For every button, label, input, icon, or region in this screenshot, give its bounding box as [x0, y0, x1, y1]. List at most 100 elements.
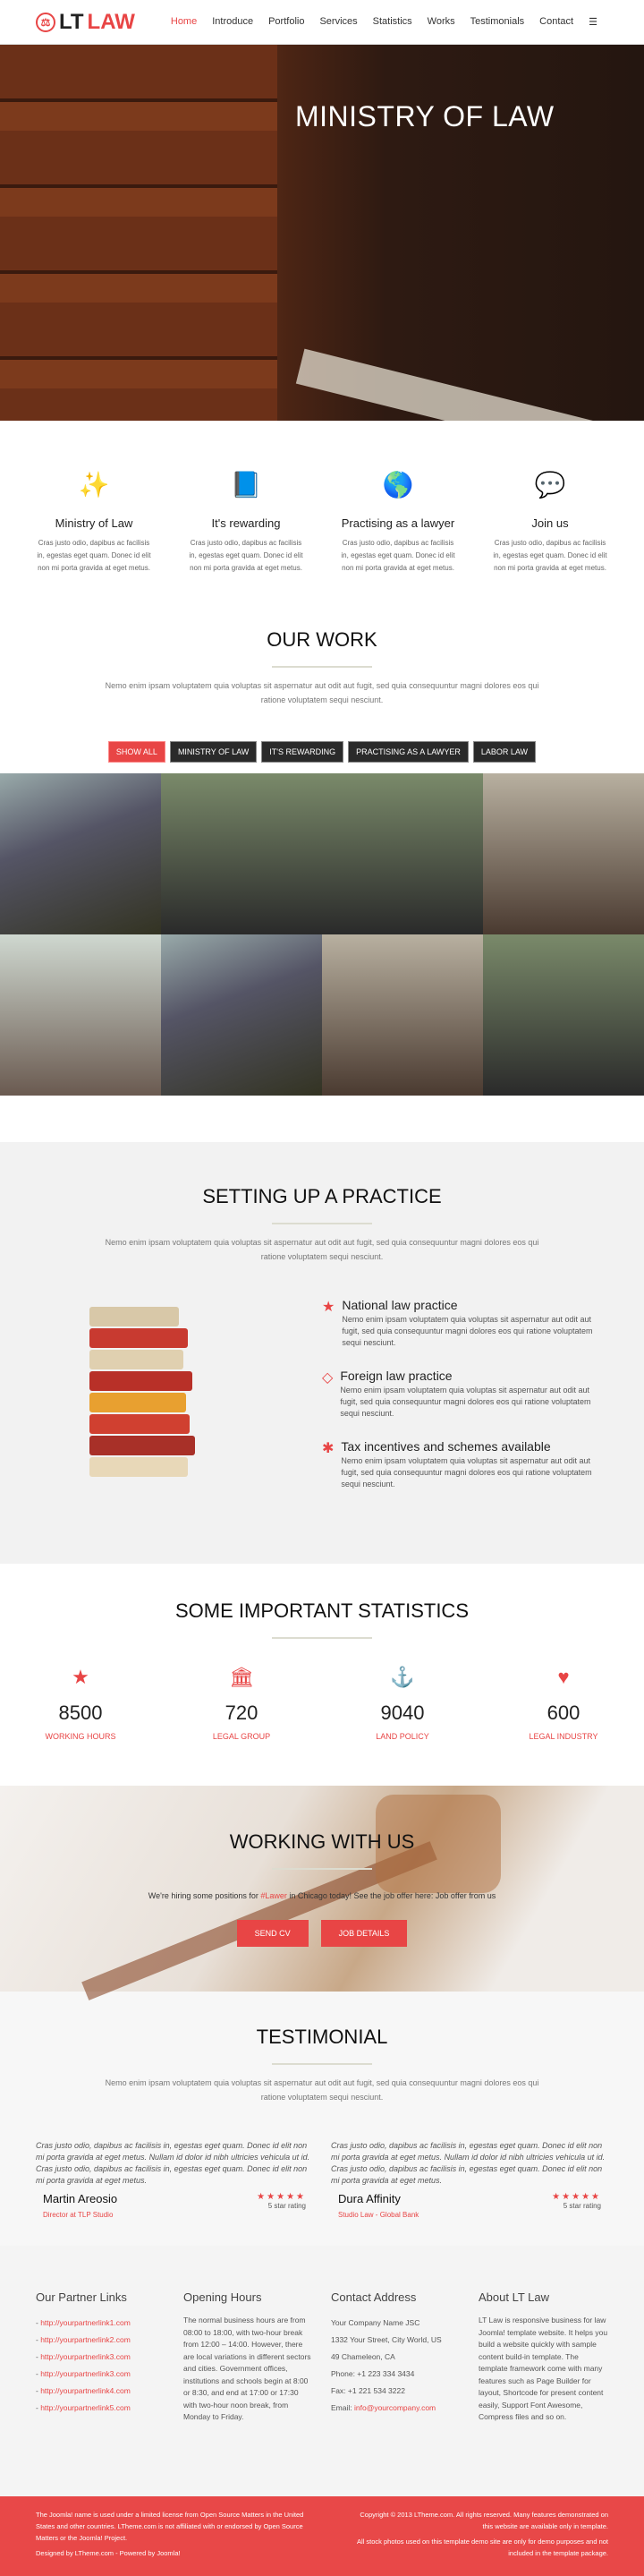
practice-item: ◇ Foreign law practice Nemo enim ipsam vol… — [322, 1369, 608, 1420]
testimonial-card: Cras justo odio, dapibus ac facilisis in… — [331, 2140, 608, 2219]
section-desc: Nemo enim ipsam voluptatem quia voluptas… — [105, 681, 539, 704]
statistics-section: SOME IMPORTANT STATISTICS ★ 8500 WORKING H… — [0, 1564, 644, 1786]
filter-ministry-of-law[interactable]: MINISTRY OF LAW — [169, 741, 258, 763]
portfolio-photo[interactable] — [322, 934, 483, 1096]
item-text: Nemo enim ipsam voluptatem quia voluptas… — [342, 1315, 593, 1347]
partner-link[interactable]: http://yourpartnerlink5.com — [40, 2403, 131, 2412]
portfolio-photo[interactable] — [0, 934, 161, 1096]
practice-item: ✱ Tax incentives and schemes available Nem… — [322, 1439, 608, 1490]
partner-link[interactable]: http://yourpartnerlink2.com — [40, 2335, 131, 2344]
footer-widgets: Our Partner Links - http://yourpartnerli… — [0, 2246, 644, 2496]
section-title: OUR WORK — [267, 628, 377, 651]
scales-icon: ⚖ — [36, 12, 55, 32]
stat-label: LEGAL INDUSTRY — [529, 1732, 598, 1741]
magic-wand-icon: ✨ — [78, 471, 110, 499]
stat-label: WORKING HOURS — [45, 1732, 116, 1741]
divider — [272, 1868, 372, 1870]
copyright-text: Copyright © 2013 LTheme.com. All rights … — [360, 2511, 608, 2530]
feature-text: Cras justo odio, dapibus ac facilisis in… — [493, 539, 607, 572]
logo[interactable]: ⚖ LT LAW — [36, 10, 135, 35]
designed-by-text: Designed by LTheme.com - Powered by Joom… — [36, 2549, 181, 2557]
bank-icon: 🏛 — [229, 1666, 254, 1688]
partner-link[interactable]: http://yourpartnerlink4.com — [40, 2386, 131, 2395]
portfolio-photo[interactable] — [483, 773, 644, 934]
job-offer-link[interactable]: Job offer from us — [436, 1891, 496, 1900]
portfolio-filters: SHOW ALL MINISTRY OF LAW IT'S REWARDING … — [0, 741, 644, 763]
hero-diploma-image — [295, 348, 635, 421]
stock-photo-text: All stock photos used on this template d… — [357, 2538, 608, 2557]
partner-link[interactable]: http://yourpartnerlink1.com — [40, 2318, 131, 2327]
filter-practising[interactable]: PRACTISING AS A LAWYER — [348, 741, 469, 763]
testimonial-role: Director at TLP Studio — [43, 2211, 114, 2219]
widget-title: Contact Address — [331, 2290, 417, 2304]
partner-link[interactable]: http://yourpartnerlink3.com — [40, 2369, 131, 2378]
stat-land-policy: ⚓ 9040 LAND POLICY — [322, 1666, 483, 1741]
section-desc: Nemo enim ipsam voluptatem quia voluptas… — [105, 1238, 539, 1261]
item-text: Nemo enim ipsam voluptatem quia voluptas… — [341, 1456, 592, 1488]
divider — [272, 2063, 372, 2065]
filter-show-all[interactable]: SHOW ALL — [107, 741, 165, 763]
filter-its-rewarding[interactable]: IT'S REWARDING — [261, 741, 344, 763]
section-title: SETTING UP A PRACTICE — [202, 1185, 442, 1207]
feature-title: Ministry of Law — [55, 516, 133, 530]
portfolio-photo[interactable] — [161, 934, 322, 1096]
stat-label: LAND POLICY — [376, 1732, 429, 1741]
testimonial-name: Martin Areosio — [43, 2192, 118, 2205]
section-title: WORKING WITH US — [229, 1830, 415, 1853]
feature-text: Cras justo odio, dapibus ac facilisis in… — [341, 539, 455, 572]
company-name: Your Company Name JSC — [331, 2318, 420, 2327]
main-menu: Home Introduce Portfolio Services Statis… — [171, 16, 597, 28]
feature-ministry: ✨ Ministry of Law Cras justo odio, dapibus… — [18, 470, 170, 575]
testimonial-name: Dura Affinity — [338, 2192, 401, 2205]
city: 49 Chameleon, CA — [331, 2352, 395, 2361]
hamburger-menu-icon[interactable]: ☰ — [589, 16, 597, 28]
star-rating-icon: ★★★★★ — [552, 2192, 601, 2202]
stat-working-hours: ★ 8500 WORKING HOURS — [0, 1666, 161, 1741]
nav-services[interactable]: Services — [319, 16, 357, 28]
portfolio-photo[interactable] — [483, 934, 644, 1096]
top-nav: ⚖ LT LAW Home Introduce Portfolio Servic… — [0, 0, 644, 45]
job-details-button[interactable]: JOB DETAILS — [320, 1920, 408, 1947]
feature-text: Cras justo odio, dapibus ac facilisis in… — [189, 539, 303, 572]
practice-section: SETTING UP A PRACTICE Nemo enim ipsam vo… — [0, 1142, 644, 1564]
portfolio-gallery — [0, 773, 644, 1096]
about: About LT Law LT Law is responsive busine… — [479, 2290, 608, 2469]
opening-hours: Opening Hours The normal business hours … — [183, 2290, 313, 2469]
about-text: LT Law is responsive business for law Jo… — [479, 2316, 608, 2421]
feature-rewarding: 📘 It's rewarding Cras justo odio, dapibus … — [170, 470, 322, 575]
rating-text: 5 star rating — [267, 2202, 306, 2210]
section-title: SOME IMPORTANT STATISTICS — [175, 1599, 469, 1622]
nav-portfolio[interactable]: Portfolio — [268, 16, 304, 28]
send-cv-button[interactable]: SEND CV — [236, 1920, 309, 1947]
divider — [272, 1637, 372, 1639]
widget-title: About LT Law — [479, 2290, 550, 2304]
nav-works[interactable]: Works — [428, 16, 455, 28]
star-icon: ★ — [72, 1666, 89, 1688]
testimonial-quote: Cras justo odio, dapibus ac facilisis in… — [36, 2141, 310, 2185]
nav-introduce[interactable]: Introduce — [212, 16, 253, 28]
divider — [272, 1223, 372, 1224]
item-title: National law practice — [342, 1298, 458, 1312]
anchor-icon: ⚓ — [390, 1666, 415, 1688]
partner-links: Our Partner Links - http://yourpartnerli… — [36, 2290, 165, 2469]
star-icon: ★ — [322, 1300, 335, 1315]
nav-statistics[interactable]: Statistics — [373, 16, 412, 28]
hero-title: MINISTRY OF LAW — [295, 100, 555, 132]
testimonial-role: Studio Law - Global Bank — [338, 2211, 419, 2219]
hashtag-link[interactable]: #Lawer — [260, 1891, 287, 1900]
hours-text: The normal business hours are from 08:00… — [183, 2316, 311, 2421]
email-link[interactable]: info@yourcompany.com — [354, 2403, 436, 2412]
portfolio-photo[interactable] — [0, 773, 161, 934]
partner-link[interactable]: http://yourpartnerlink3.com — [40, 2352, 131, 2361]
contact-address: Contact Address Your Company Name JSC 13… — [331, 2290, 461, 2469]
nav-home[interactable]: Home — [171, 16, 197, 28]
hero-books-image — [0, 45, 277, 421]
stat-value: 720 — [225, 1702, 258, 1724]
item-title: Tax incentives and schemes available — [341, 1439, 551, 1454]
street: 1332 Your Street, City World, US — [331, 2335, 442, 2344]
phone: Phone: +1 223 334 3434 — [331, 2369, 415, 2378]
nav-testimonials[interactable]: Testimonials — [470, 16, 525, 28]
portfolio-photo[interactable] — [161, 773, 483, 934]
nav-contact[interactable]: Contact — [539, 16, 573, 28]
filter-labor-law[interactable]: LABOR LAW — [472, 741, 537, 763]
